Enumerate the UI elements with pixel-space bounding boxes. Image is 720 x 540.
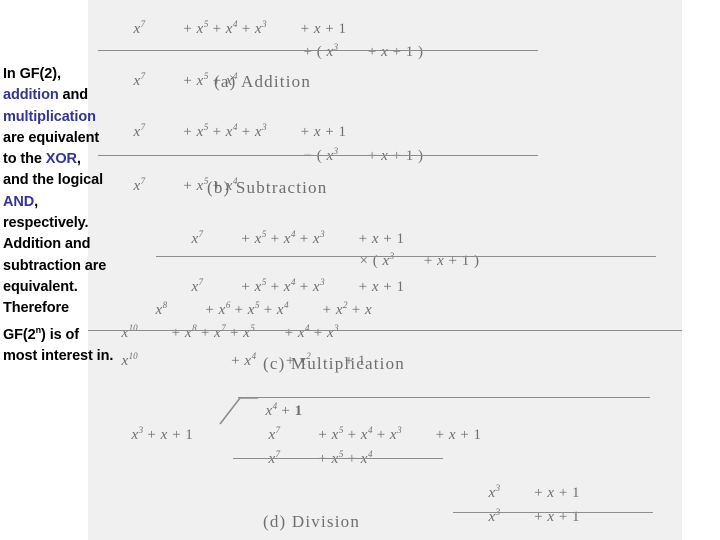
division-vinculum bbox=[238, 397, 650, 398]
keyword-multiplication: multiplication bbox=[3, 108, 96, 125]
text-line-10: subtraction are bbox=[3, 257, 107, 274]
text-line-8: respectively. bbox=[3, 215, 89, 232]
text-line-1: In GF(2), bbox=[3, 66, 61, 82]
multiplication-rule-2 bbox=[88, 330, 682, 331]
division-caption: (d) Division bbox=[263, 512, 361, 531]
text-line-7b: , bbox=[34, 193, 39, 210]
subtraction-caption: (b) Subtraction bbox=[207, 178, 328, 197]
text-line-12: Therefore bbox=[3, 300, 69, 317]
division-divisor: x3 + x + 1 bbox=[131, 425, 194, 443]
multiplication-caption: (c) Multiplication bbox=[263, 354, 405, 373]
keyword-addition: addition bbox=[3, 87, 59, 104]
text-line-9: Addition and bbox=[3, 236, 91, 253]
slide-canvas: x7 + x5 + x4 + x3 + x + 1 + ( x3 + x + 1… bbox=[0, 0, 720, 540]
text-panel: In GF(2), addition and multiplication ar… bbox=[0, 0, 113, 540]
explanatory-text: In GF(2), addition and multiplication ar… bbox=[3, 64, 135, 367]
text-line-6: and the logical bbox=[3, 172, 104, 189]
keyword-xor: XOR bbox=[45, 151, 77, 168]
text-line-5a: to the bbox=[3, 151, 46, 168]
division-subtract-2: x3 + x + 1 bbox=[488, 507, 581, 525]
keyword-and: AND bbox=[3, 193, 35, 210]
addition-rule bbox=[98, 50, 538, 51]
polynomial-arithmetic-figure: x7 + x5 + x4 + x3 + x + 1 + ( x3 + x + 1… bbox=[88, 0, 682, 540]
text-line-14: most interest in. bbox=[3, 347, 114, 364]
text-line-4: are equivalent bbox=[3, 129, 100, 146]
text-line-13b: ) is of bbox=[41, 326, 80, 343]
text-line-13a: GF(2 bbox=[3, 326, 36, 343]
division-rule-1 bbox=[233, 458, 443, 459]
text-line-5b: , bbox=[76, 151, 81, 168]
addition-caption: (a) Addition bbox=[214, 72, 312, 91]
text-line-11: equivalent. bbox=[3, 278, 78, 295]
division-rule-2 bbox=[453, 512, 653, 513]
subtraction-rule bbox=[98, 155, 538, 156]
text-and-1: and bbox=[58, 87, 89, 104]
addition-operand2: + ( x3 + x + 1 ) bbox=[303, 42, 424, 60]
multiplication-rule-1 bbox=[156, 256, 656, 257]
